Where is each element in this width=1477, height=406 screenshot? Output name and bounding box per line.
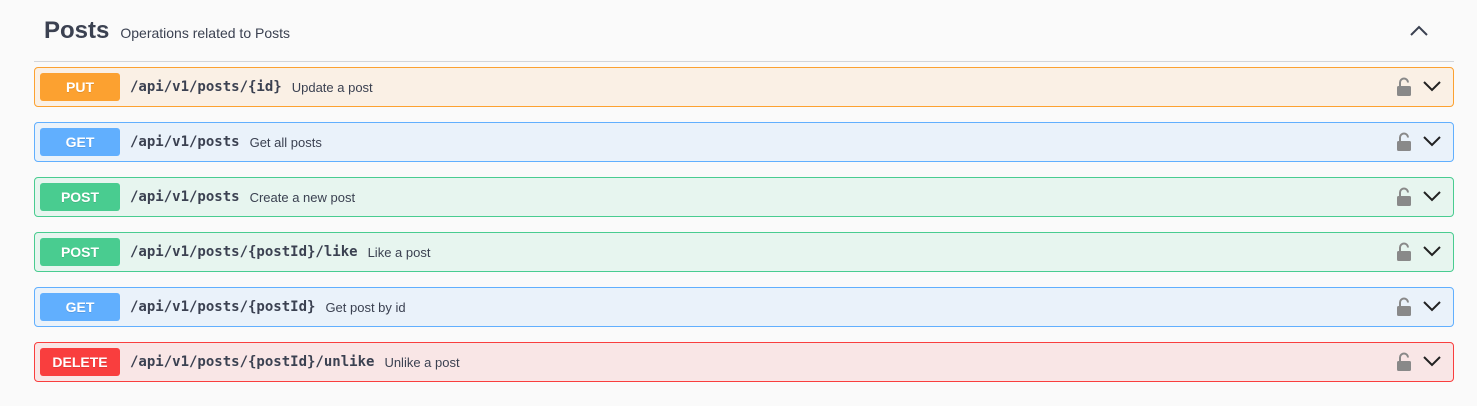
unlocked-icon[interactable] xyxy=(1395,132,1413,152)
unlocked-icon[interactable] xyxy=(1395,352,1413,372)
operation-path: /api/v1/posts/{postId} xyxy=(130,299,316,315)
method-badge: POST xyxy=(40,183,120,211)
operation-path: /api/v1/posts xyxy=(130,189,240,205)
chevron-down-icon[interactable] xyxy=(1423,299,1441,313)
unlocked-icon[interactable] xyxy=(1395,242,1413,262)
method-badge: GET xyxy=(40,128,120,156)
operation-like-post[interactable]: POST /api/v1/posts/{postId}/like Like a … xyxy=(34,232,1454,272)
operation-unlike-post[interactable]: DELETE /api/v1/posts/{postId}/unlike Unl… xyxy=(34,342,1454,382)
chevron-up-icon[interactable] xyxy=(1406,18,1432,44)
operation-create-post[interactable]: POST /api/v1/posts Create a new post xyxy=(34,177,1454,217)
operation-path: /api/v1/posts/{postId}/unlike xyxy=(130,354,375,370)
operation-get-all-posts[interactable]: GET /api/v1/posts Get all posts xyxy=(34,122,1454,162)
tag-title[interactable]: Posts xyxy=(44,17,109,45)
operation-summary: Unlike a post xyxy=(384,354,460,370)
chevron-down-icon[interactable] xyxy=(1423,79,1441,93)
operation-path: /api/v1/posts/{postId}/like xyxy=(130,244,358,260)
method-badge: DELETE xyxy=(40,348,120,376)
method-badge: PUT xyxy=(40,73,120,101)
tag-description: Operations related to Posts xyxy=(120,24,291,41)
unlocked-icon[interactable] xyxy=(1395,297,1413,317)
method-badge: GET xyxy=(40,293,120,321)
operation-put-post-by-id[interactable]: PUT /api/v1/posts/{id} Update a post xyxy=(34,67,1454,107)
unlocked-icon[interactable] xyxy=(1395,187,1413,207)
chevron-down-icon[interactable] xyxy=(1423,354,1441,368)
operation-summary: Update a post xyxy=(291,79,373,95)
unlocked-icon[interactable] xyxy=(1395,77,1413,97)
operation-summary: Like a post xyxy=(367,244,431,260)
chevron-down-icon[interactable] xyxy=(1423,189,1441,203)
operation-summary: Create a new post xyxy=(249,189,356,205)
operation-get-post-by-id[interactable]: GET /api/v1/posts/{postId} Get post by i… xyxy=(34,287,1454,327)
chevron-down-icon[interactable] xyxy=(1423,244,1441,258)
method-badge: POST xyxy=(40,238,120,266)
operation-path: /api/v1/posts/{id} xyxy=(130,79,282,95)
tag-header[interactable]: Posts Operations related to Posts xyxy=(34,0,1454,62)
chevron-down-icon[interactable] xyxy=(1423,134,1441,148)
operation-summary: Get all posts xyxy=(249,134,322,150)
operation-path: /api/v1/posts xyxy=(130,134,240,150)
operation-summary: Get post by id xyxy=(325,299,406,315)
